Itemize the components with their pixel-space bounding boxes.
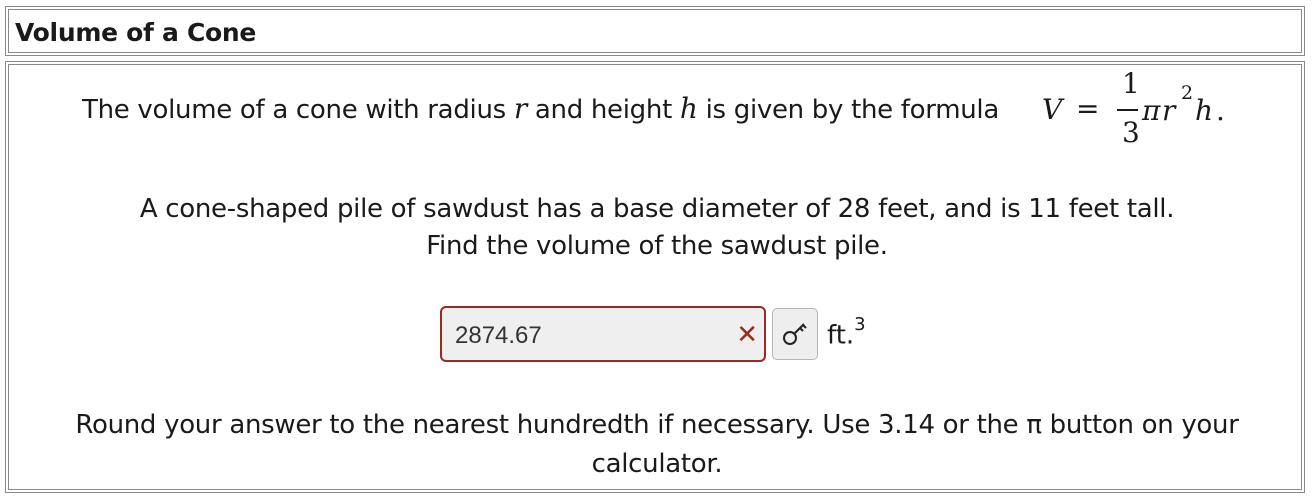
question-line-1: A cone-shaped pile of sawdust has a base… bbox=[139, 194, 1175, 224]
formula-exponent: 2 bbox=[1181, 82, 1194, 104]
instructions-line-2: calculator. bbox=[591, 449, 723, 479]
formula-intro-text-3: is given by the formula bbox=[697, 95, 1000, 125]
answer-key-button[interactable] bbox=[772, 308, 818, 360]
cone-volume-formula: V = 1 3 π r 2 h . bbox=[1038, 66, 1238, 150]
formula-intro-text-2: and height bbox=[526, 95, 680, 125]
x-mark-icon: ✕ bbox=[736, 320, 758, 350]
height-variable: h bbox=[679, 92, 698, 125]
problem-title: Volume of a Cone bbox=[15, 18, 257, 47]
answer-unit: ft.3 bbox=[827, 314, 866, 351]
formula-lhs: V bbox=[1042, 93, 1063, 126]
unit-label: ft. bbox=[827, 320, 855, 351]
formula-period: . bbox=[1216, 94, 1225, 127]
fraction-bar bbox=[1117, 109, 1138, 111]
formula-height: h bbox=[1195, 94, 1214, 127]
fraction-denominator: 3 bbox=[1122, 116, 1140, 149]
title-panel: Volume of a Cone bbox=[5, 6, 1305, 56]
key-icon bbox=[783, 323, 807, 345]
radius-variable: r bbox=[513, 92, 527, 125]
formula-intro: The volume of a cone with radius r and h… bbox=[82, 92, 999, 125]
formula-equals: = bbox=[1076, 92, 1100, 125]
pi-symbol: π bbox=[1142, 94, 1161, 127]
question-line-2: Find the volume of the sawdust pile. bbox=[426, 231, 888, 261]
fraction-numerator: 1 bbox=[1122, 67, 1140, 100]
answer-value: 2874.67 bbox=[455, 322, 542, 349]
answer-input[interactable]: 2874.67 ✕ bbox=[440, 306, 766, 362]
unit-exponent: 3 bbox=[854, 314, 866, 335]
formula-intro-text-1: The volume of a cone with radius bbox=[82, 95, 514, 125]
instructions-line-1: Round your answer to the nearest hundred… bbox=[75, 410, 1239, 440]
formula-radius: r bbox=[1162, 94, 1176, 127]
